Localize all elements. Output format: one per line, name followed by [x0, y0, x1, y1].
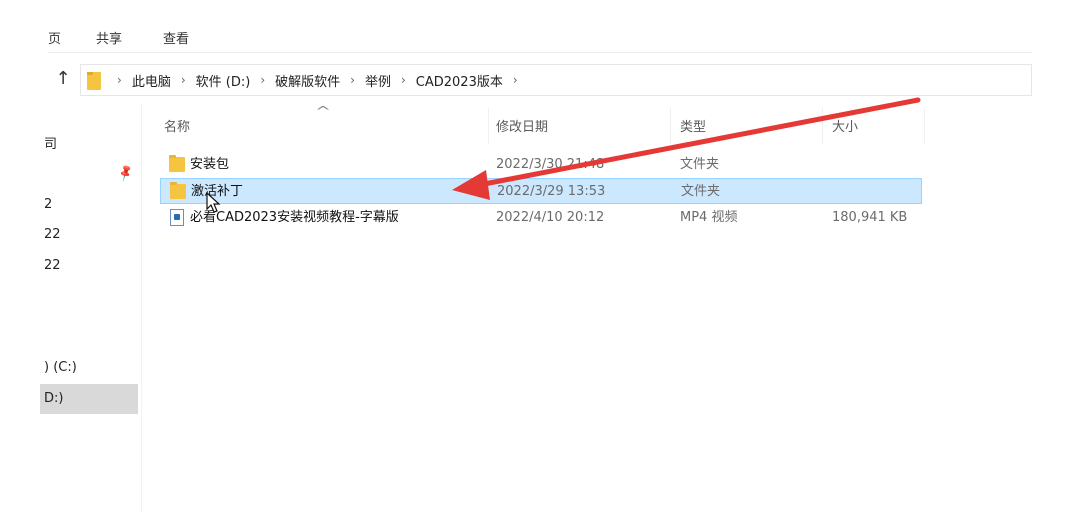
pane-divider[interactable]: [141, 104, 142, 512]
breadcrumb-item-cracked-software[interactable]: 破解版软件: [275, 71, 340, 90]
file-type: 文件夹: [680, 157, 720, 172]
sort-ascending-icon: ^: [314, 104, 332, 118]
breadcrumb-item-drive-d[interactable]: 软件 (D:): [196, 71, 251, 90]
file-size: 180,941 KB: [832, 210, 908, 225]
folder-icon: [169, 155, 185, 172]
nav-item[interactable]: 司: [40, 130, 138, 160]
nav-item-drive-c[interactable]: ) (C:): [40, 353, 138, 383]
breadcrumb-item-example[interactable]: 举例: [365, 71, 391, 90]
file-type: 文件夹: [681, 184, 721, 199]
ribbon-tab-share[interactable]: 共享: [96, 28, 122, 47]
breadcrumb[interactable]: › 此电脑 › 软件 (D:) › 破解版软件 › 举例 › CAD2023版本…: [80, 64, 1032, 96]
file-name: 安装包: [190, 157, 230, 172]
breadcrumb-separator-icon[interactable]: ›: [513, 73, 518, 87]
column-header-name[interactable]: 名称: [164, 112, 190, 148]
nav-item[interactable]: 22: [40, 251, 138, 281]
column-divider[interactable]: [488, 108, 489, 144]
nav-item[interactable]: 22: [40, 220, 138, 250]
breadcrumb-separator-icon[interactable]: ›: [401, 73, 406, 87]
breadcrumb-separator-icon[interactable]: ›: [350, 73, 355, 87]
navigation-pane: 司 2 22 22 ) (C:) D:): [0, 100, 140, 512]
column-divider[interactable]: [924, 108, 925, 144]
ribbon-tab-page[interactable]: 页: [48, 28, 61, 47]
address-bar: ↑ › 此电脑 › 软件 (D:) › 破解版软件 › 举例 › CAD2023…: [48, 60, 1032, 100]
ribbon-tab-view[interactable]: 查看: [163, 28, 189, 47]
file-row-activation-patch[interactable]: 激活补丁 2022/3/29 13:53 文件夹: [160, 178, 922, 204]
breadcrumb-separator-icon[interactable]: ›: [117, 73, 122, 87]
ribbon-divider: [48, 52, 1032, 53]
column-divider[interactable]: [670, 108, 671, 144]
file-type: MP4 视频: [680, 210, 738, 225]
folder-icon: [87, 72, 101, 90]
file-name: 必看CAD2023安装视频教程-字幕版: [190, 210, 399, 225]
column-header-type[interactable]: 类型: [680, 112, 706, 148]
nav-item-drive-d[interactable]: D:): [40, 384, 138, 414]
column-divider[interactable]: [822, 108, 823, 144]
breadcrumb-separator-icon[interactable]: ›: [260, 73, 265, 87]
file-row-tutorial-video[interactable]: 必看CAD2023安装视频教程-字幕版 2022/4/10 20:12 MP4 …: [160, 205, 922, 231]
column-header-date[interactable]: 修改日期: [496, 112, 548, 148]
folder-icon: [170, 182, 186, 199]
up-arrow-icon[interactable]: ↑: [52, 68, 74, 90]
file-date: 2022/3/29 13:53: [497, 184, 606, 199]
breadcrumb-item-cad2023[interactable]: CAD2023版本: [416, 71, 503, 90]
nav-item[interactable]: 2: [40, 190, 138, 220]
file-date: 2022/4/10 20:12: [496, 210, 605, 225]
video-file-icon: [170, 209, 184, 226]
column-header-size[interactable]: 大小: [832, 112, 858, 148]
breadcrumb-item-this-pc[interactable]: 此电脑: [132, 71, 171, 90]
file-row-install-package[interactable]: 安装包 2022/3/30 21:48 文件夹: [160, 152, 922, 178]
file-date: 2022/3/30 21:48: [496, 157, 605, 172]
breadcrumb-separator-icon[interactable]: ›: [181, 73, 186, 87]
file-name: 激活补丁: [191, 184, 244, 199]
